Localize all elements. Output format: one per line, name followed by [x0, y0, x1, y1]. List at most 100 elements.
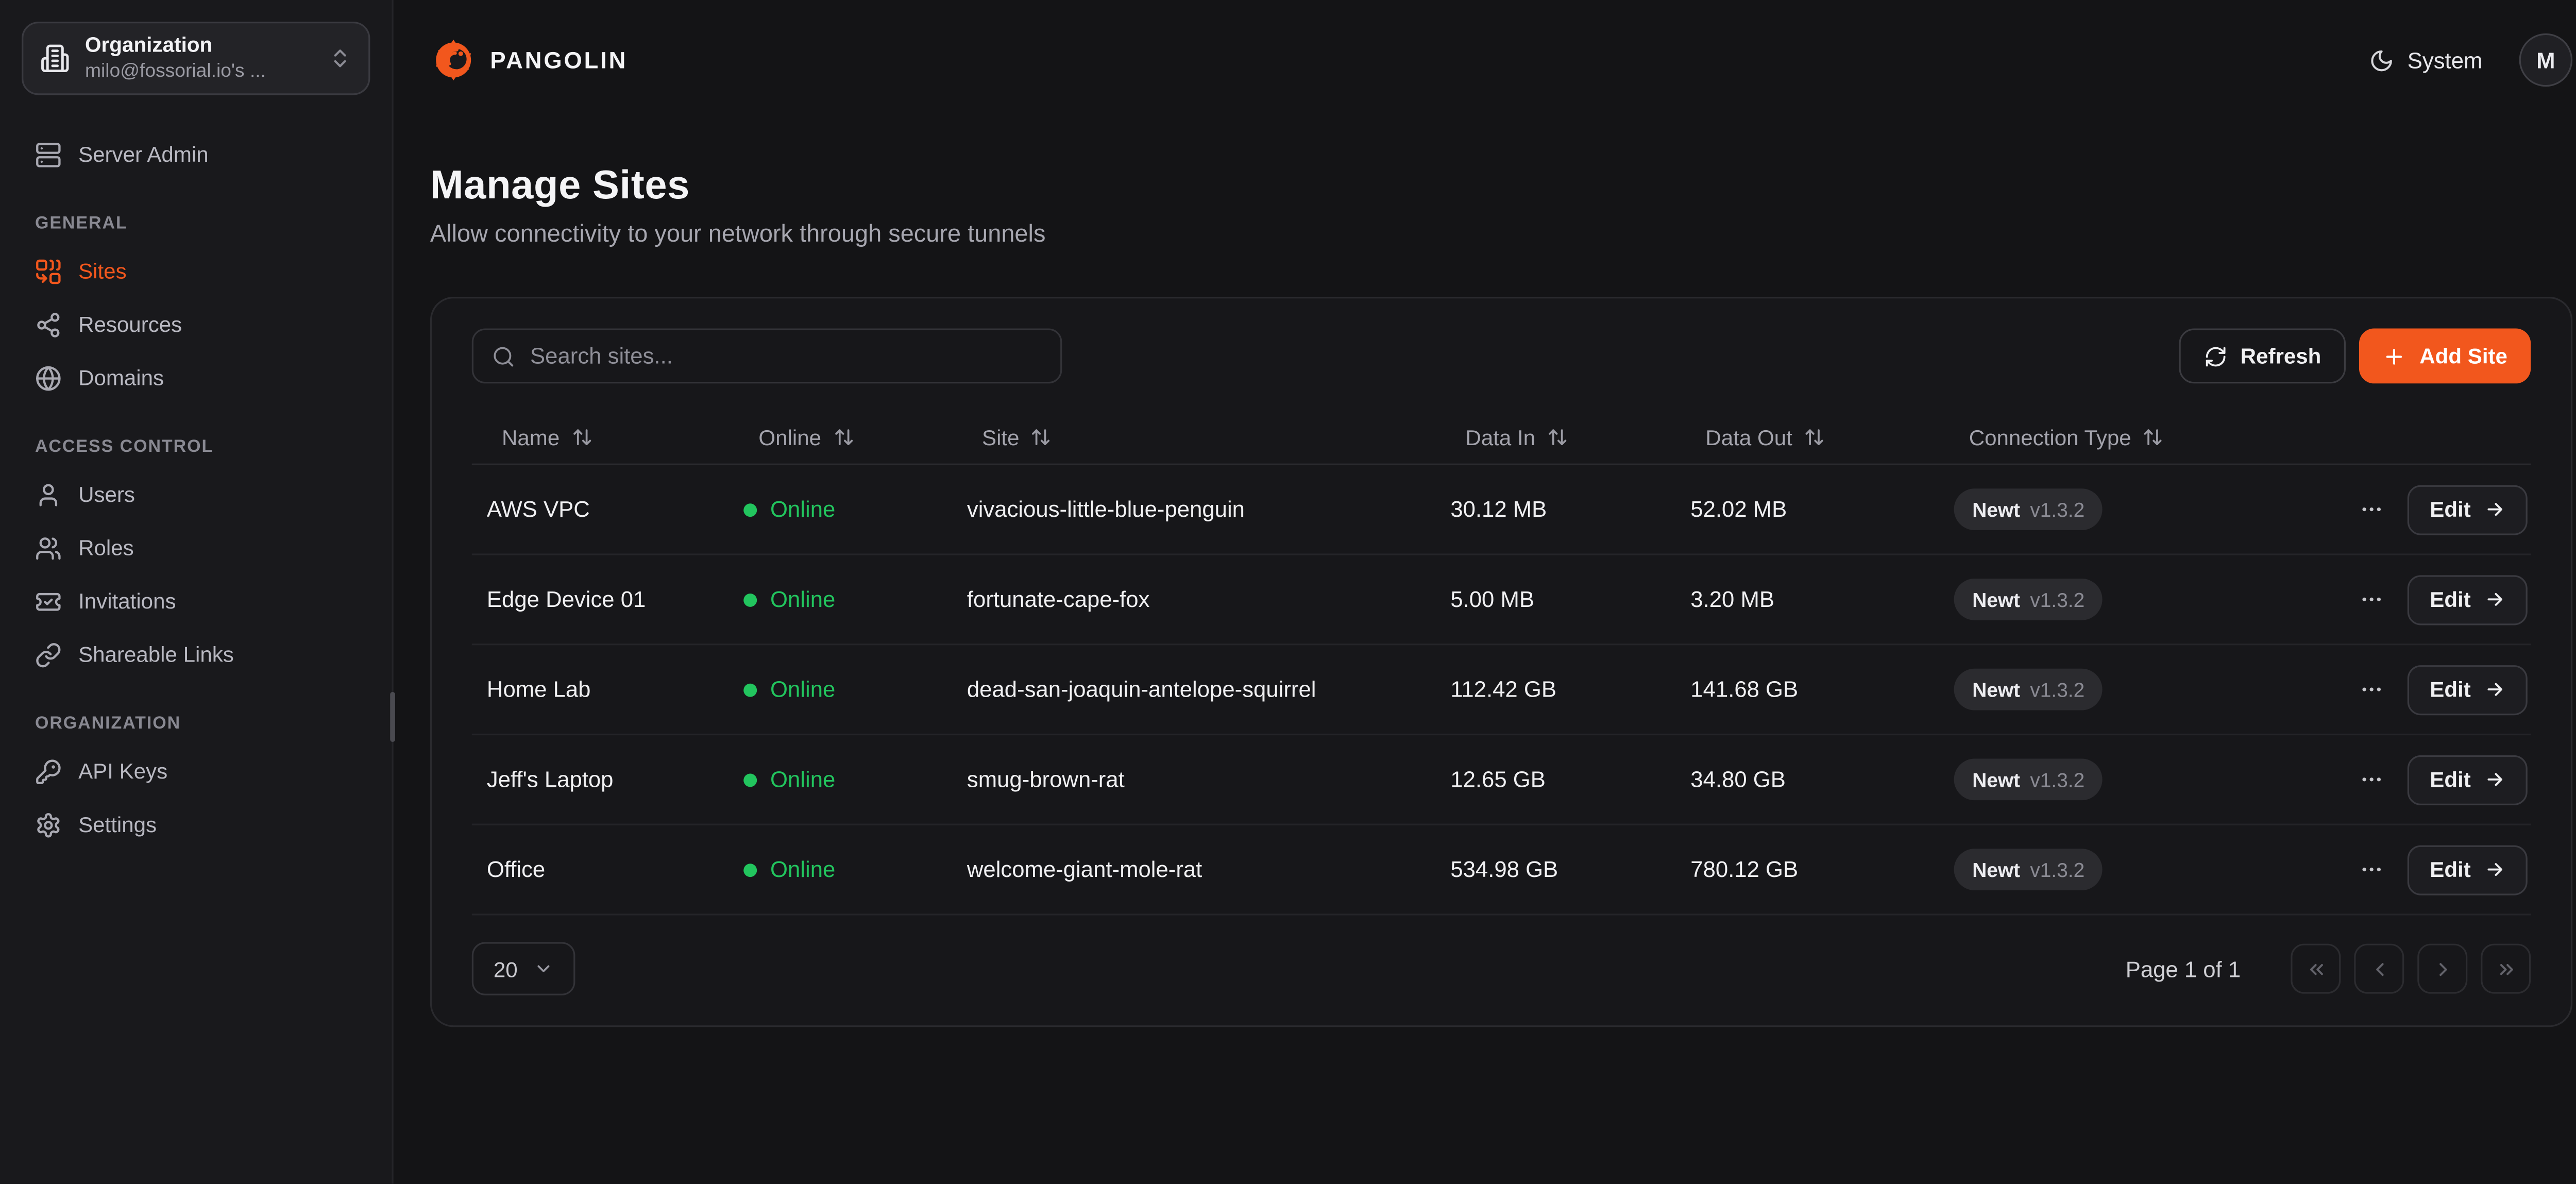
cell-data-out: 52.02 MB [1675, 497, 1939, 522]
column-header-data-out[interactable]: Data Out [1675, 425, 1939, 450]
sidebar-item-api-keys[interactable]: API Keys [22, 745, 370, 797]
cell-actions: Edit [2361, 574, 2531, 624]
ellipsis-icon [2360, 857, 2385, 882]
sidebar-item-settings[interactable]: Settings [22, 799, 370, 850]
sites-table: Name Online Site Data In [472, 410, 2531, 916]
last-page-button[interactable] [2481, 944, 2531, 994]
server-icon [35, 141, 62, 167]
connection-type-badge: Newt v1.3.2 [1954, 579, 2103, 620]
key-icon [35, 758, 62, 785]
column-header-online[interactable]: Online [728, 425, 952, 450]
next-page-button[interactable] [2417, 944, 2467, 994]
sidebar-item-label: Users [78, 482, 135, 507]
link-icon [35, 641, 62, 668]
sort-icon [571, 427, 592, 447]
pangolin-logo-icon [430, 37, 477, 83]
connection-type-badge: Newt v1.3.2 [1954, 849, 2103, 890]
cell-connection-type: Newt v1.3.2 [1939, 758, 2361, 800]
row-menu-button[interactable] [2357, 584, 2388, 615]
pagination-buttons [2291, 944, 2531, 994]
cell-data-in: 534.98 GB [1435, 857, 1675, 882]
connection-type-version: v1.3.2 [2030, 588, 2084, 611]
sidebar-item-domains[interactable]: Domains [22, 352, 370, 403]
sidebar-item-users[interactable]: Users [22, 468, 370, 520]
online-label: Online [770, 587, 835, 612]
ellipsis-icon [2360, 767, 2385, 792]
sidebar-item-label: Resources [78, 312, 182, 337]
row-menu-button[interactable] [2357, 494, 2388, 525]
sidebar-item-sites[interactable]: Sites [22, 245, 370, 297]
cell-connection-type: Newt v1.3.2 [1939, 849, 2361, 890]
ellipsis-icon [2360, 497, 2385, 522]
page-subtitle: Allow connectivity to your network throu… [430, 222, 2572, 248]
column-header-data-in[interactable]: Data In [1435, 425, 1675, 450]
cell-actions: Edit [2361, 844, 2531, 894]
cell-data-out: 141.68 GB [1675, 677, 1939, 702]
app: Organization milo@fossorial.io's ... Ser… [0, 0, 2576, 1184]
table-header-row: Name Online Site Data In [472, 410, 2531, 465]
moon-icon [2369, 47, 2394, 73]
sort-icon [1804, 427, 1824, 447]
first-page-button[interactable] [2291, 944, 2341, 994]
sidebar-item-label: API Keys [78, 758, 167, 784]
cell-online: Online [728, 677, 952, 702]
sites-icon [35, 258, 62, 284]
page-size-select[interactable]: 20 [472, 942, 576, 995]
sidebar-item-resources[interactable]: Resources [22, 298, 370, 350]
edit-button[interactable]: Edit [2408, 844, 2528, 894]
main-content: PANGOLIN System M Manage Sites Allow con… [394, 0, 2576, 1184]
sidebar-item-invitations[interactable]: Invitations [22, 575, 370, 627]
avatar[interactable]: M [2519, 33, 2573, 87]
brand[interactable]: PANGOLIN [430, 37, 628, 83]
connection-type-name: Newt [1972, 678, 2020, 701]
column-label: Connection Type [1969, 425, 2131, 450]
edit-button[interactable]: Edit [2408, 754, 2528, 804]
online-dot [743, 773, 757, 786]
user-icon [35, 481, 62, 508]
page-info: Page 1 of 1 [2126, 956, 2241, 982]
edit-button[interactable]: Edit [2408, 665, 2528, 715]
theme-toggle-label: System [2408, 47, 2483, 73]
org-selector[interactable]: Organization milo@fossorial.io's ... [22, 22, 370, 95]
table-row: AWS VPC Online vivacious-little-blue-pen… [472, 465, 2531, 555]
column-header-name[interactable]: Name [472, 425, 728, 450]
column-header-site[interactable]: Site [952, 425, 1435, 450]
cell-data-out: 3.20 MB [1675, 587, 1939, 612]
sidebar-item-server-admin[interactable]: Server Admin [22, 128, 370, 180]
previous-page-button[interactable] [2354, 944, 2404, 994]
search-input[interactable] [530, 344, 1042, 369]
edit-button-label: Edit [2430, 767, 2470, 792]
sidebar-item-roles[interactable]: Roles [22, 522, 370, 573]
cell-data-in: 30.12 MB [1435, 497, 1675, 522]
theme-toggle[interactable]: System [2369, 47, 2482, 73]
add-site-button[interactable]: Add Site [2360, 328, 2531, 383]
row-menu-button[interactable] [2357, 854, 2388, 885]
column-label: Data In [1465, 425, 1535, 450]
column-header-connection-type[interactable]: Connection Type [1939, 425, 2361, 450]
section-label-general: GENERAL [35, 213, 370, 233]
sidebar-item-label: Roles [78, 535, 134, 561]
cell-online: Online [728, 497, 952, 522]
online-label: Online [770, 497, 835, 522]
cell-site: dead-san-joaquin-antelope-squirrel [952, 677, 1435, 702]
refresh-button[interactable]: Refresh [2179, 328, 2346, 383]
cell-data-in: 112.42 GB [1435, 677, 1675, 702]
online-label: Online [770, 677, 835, 702]
row-menu-button[interactable] [2357, 673, 2388, 705]
cell-name: Edge Device 01 [472, 587, 728, 612]
cell-name: Office [472, 857, 728, 882]
cell-actions: Edit [2361, 665, 2531, 715]
column-label: Data Out [1705, 425, 1792, 450]
online-dot [743, 503, 757, 516]
cell-data-in: 12.65 GB [1435, 767, 1675, 792]
sidebar-resize-handle[interactable] [389, 692, 395, 742]
connection-type-badge: Newt v1.3.2 [1954, 488, 2103, 530]
edit-button[interactable]: Edit [2408, 574, 2528, 624]
cell-site: vivacious-little-blue-penguin [952, 497, 1435, 522]
org-selector-value: milo@fossorial.io's ... [85, 59, 313, 83]
sidebar-item-shareable-links[interactable]: Shareable Links [22, 629, 370, 680]
row-menu-button[interactable] [2357, 764, 2388, 795]
cell-online: Online [728, 587, 952, 612]
edit-button[interactable]: Edit [2408, 484, 2528, 534]
online-dot [743, 863, 757, 876]
